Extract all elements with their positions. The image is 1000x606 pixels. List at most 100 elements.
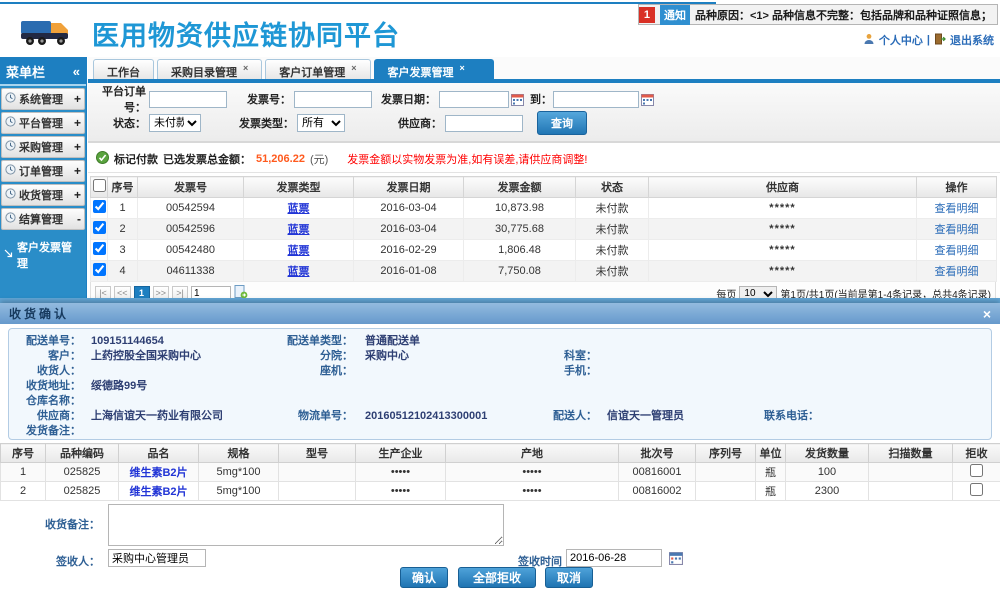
warehouse-label: 仓库名称： [9, 394, 81, 409]
invoice-type-link[interactable]: 蓝票 [288, 266, 310, 278]
row-checkbox[interactable] [93, 221, 106, 234]
tab-workbench[interactable]: 工作台 [93, 59, 154, 79]
invoice-type-select[interactable]: 所有 [297, 114, 345, 132]
sidebar-item-settlement[interactable]: 结算管理 - [1, 208, 85, 230]
receive-remark-label: 收货备注： [40, 516, 100, 532]
reject-checkbox[interactable] [970, 483, 983, 496]
collapse-minus-icon[interactable]: - [77, 212, 81, 226]
landline-label: 座机： [277, 364, 353, 379]
reject-checkbox[interactable] [970, 464, 983, 477]
expand-plus-icon[interactable]: + [74, 140, 81, 154]
tab-procurement-catalog[interactable]: 采购目录管理 × [157, 59, 262, 79]
tab-label: 采购目录管理 [171, 64, 237, 80]
view-detail-link[interactable]: 查看明细 [935, 224, 979, 236]
close-icon[interactable]: × [351, 64, 356, 73]
clock-icon [5, 116, 16, 130]
invoice-date-to-input[interactable] [553, 91, 639, 108]
mobile-label: 手机： [529, 364, 597, 379]
sidebar-item-system[interactable]: 系统管理 + [1, 88, 85, 110]
personal-center-link[interactable]: 个人中心 [879, 32, 923, 48]
close-icon[interactable]: × [460, 64, 465, 73]
status-select[interactable]: 未付款 [149, 114, 201, 132]
modal-title: 收货确认 [9, 305, 69, 322]
sidebar-item-customer-invoice[interactable]: 客户发票管理 [2, 236, 84, 274]
delivery-type-value: 普通配送单 [353, 334, 529, 349]
sidebar-submenu: 客户发票管理 [0, 230, 86, 303]
expand-plus-icon[interactable]: + [74, 188, 81, 202]
row-checkbox[interactable] [93, 263, 106, 276]
signer-label: 签收人： [40, 553, 100, 569]
contact-label: 联系电话： [737, 409, 819, 424]
row-checkbox[interactable] [93, 200, 106, 213]
sidebar-collapse-icon[interactable]: « [73, 64, 80, 79]
col-status: 状态 [576, 177, 649, 198]
supplier-value: 上海信谊天一药业有限公司 [81, 409, 277, 424]
notification-tag: 通知 [660, 5, 690, 25]
signer-input[interactable] [108, 549, 206, 567]
expand-plus-icon[interactable]: + [74, 164, 81, 178]
confirm-button[interactable]: 确认 [400, 567, 448, 588]
close-icon[interactable]: × [983, 306, 991, 322]
invoice-type-link[interactable]: 蓝票 [288, 224, 310, 236]
view-detail-link[interactable]: 查看明细 [935, 203, 979, 215]
calendar-icon[interactable] [641, 93, 654, 106]
notice-bar: 标记付款 已选发票总金额： 51,206.22 (元) 发票金额以实物发票为准,… [88, 145, 1000, 173]
invoice-no-input[interactable] [294, 91, 372, 108]
view-detail-link[interactable]: 查看明细 [935, 245, 979, 257]
branch-label: 分院： [277, 349, 353, 364]
tab-customer-invoices[interactable]: 客户发票管理 × [374, 59, 494, 79]
expand-plus-icon[interactable]: + [74, 92, 81, 106]
calendar-icon[interactable] [669, 551, 683, 570]
logout-link[interactable]: 退出系统 [950, 32, 994, 48]
sidebar-item-label: 收货管理 [19, 187, 63, 203]
tab-label: 工作台 [107, 64, 140, 80]
tab-bar: 工作台 采购目录管理 × 客户订单管理 × 客户发票管理 × [88, 57, 1000, 83]
sidebar-item-orders[interactable]: 订单管理 + [1, 160, 85, 182]
sidebar-item-receiving[interactable]: 收货管理 + [1, 184, 85, 206]
sign-time-input[interactable] [566, 549, 662, 567]
row-checkbox[interactable] [93, 242, 106, 255]
select-all-checkbox[interactable] [93, 179, 106, 192]
clock-icon [5, 212, 16, 226]
receive-remark-textarea[interactable] [108, 504, 504, 546]
platform-order-input[interactable] [149, 91, 227, 108]
invoice-type-link[interactable]: 蓝票 [288, 245, 310, 257]
top-accent-line [0, 2, 716, 4]
invoice-warning-text: 发票金额以实物发票为准,如有误差,请供应商调整! [347, 151, 587, 167]
mobile-value [597, 364, 737, 379]
product-name-link[interactable]: 维生素B2片 [129, 486, 187, 498]
user-links: 个人中心 | 退出系统 [863, 32, 994, 48]
product-row: 2 025825 维生素B2片 5mg*100 ••••• ••••• 0081… [1, 482, 1000, 501]
tab-customer-orders[interactable]: 客户订单管理 × [265, 59, 370, 79]
delivery-no-value: 109151144654 [81, 334, 277, 349]
page-title: 医用物资供应链协同平台 [92, 14, 400, 53]
receive-confirm-modal: 收货确认 × 配送单号： 109151144654 配送单类型： 普通配送单 客… [0, 303, 1000, 606]
delivery-no-label: 配送单号： [9, 334, 81, 349]
receiver-value [81, 364, 277, 379]
reject-all-button[interactable]: 全部拒收 [458, 567, 536, 588]
mark-paid-action[interactable]: 标记付款 [114, 151, 158, 167]
calendar-icon[interactable] [511, 93, 524, 106]
expand-plus-icon[interactable]: + [74, 116, 81, 130]
customer-value: 上药控股全国采购中心 [81, 349, 277, 364]
sidebar-item-procurement[interactable]: 采购管理 + [1, 136, 85, 158]
sidebar-title: 菜单栏 [6, 62, 45, 81]
close-icon[interactable]: × [243, 64, 248, 73]
view-detail-link[interactable]: 查看明细 [935, 266, 979, 278]
selected-total-value: 51,206.22 [256, 153, 305, 165]
supplier-input[interactable] [445, 115, 523, 132]
cancel-button[interactable]: 取消 [545, 567, 593, 588]
notification-bar[interactable]: 1 通知 品种原因：<1> 品种信息不完整：包括品牌和品种证照信息； [638, 4, 998, 25]
product-name-link[interactable]: 维生素B2片 [129, 467, 187, 479]
person-icon [863, 33, 875, 48]
platform-order-label: 平台订单号： [90, 83, 146, 115]
invoice-date-input[interactable] [439, 91, 509, 108]
invoice-type-link[interactable]: 蓝票 [288, 203, 310, 215]
search-button[interactable]: 查询 [537, 111, 587, 135]
clock-icon [5, 92, 16, 106]
address-label: 收货地址： [9, 379, 81, 394]
branch-value: 采购中心 [353, 349, 529, 364]
sidebar-item-platform[interactable]: 平台管理 + [1, 112, 85, 134]
sidebar: 菜单栏 « 系统管理 + 平台管理 + 采购管理 + 订单管理 + 收货管理 +… [0, 57, 87, 303]
delivery-info-panel: 配送单号： 109151144654 配送单类型： 普通配送单 客户： 上药控股… [8, 328, 992, 440]
